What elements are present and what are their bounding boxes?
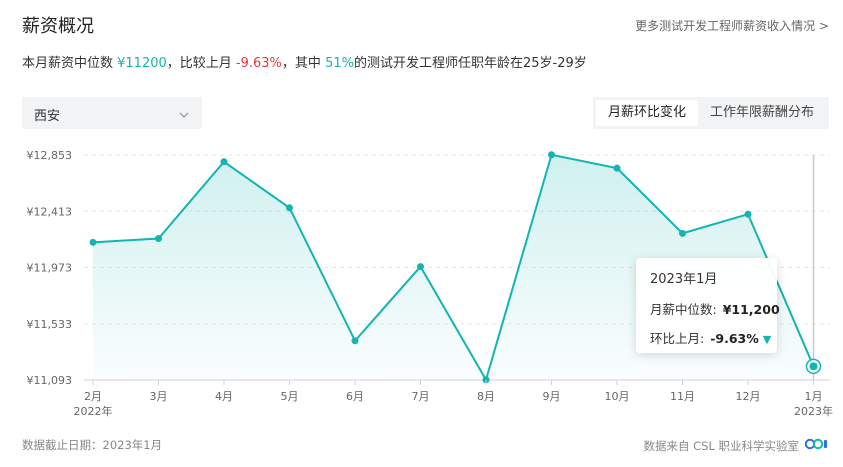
x-tick-label: 5月 xyxy=(281,390,299,403)
data-point xyxy=(351,337,359,345)
data-point xyxy=(548,151,555,159)
x-year-label: 2023年 xyxy=(794,404,833,418)
page-title: 薪资概况 xyxy=(22,16,94,37)
data-cutoff-note: 数据截止日期：2023年1月 xyxy=(22,438,163,452)
x-tick-label: 1月 xyxy=(805,390,823,403)
data-point xyxy=(744,210,752,218)
chart-tooltip: 2023年1月 月薪中位数: ¥11,200 环比上月: -9.63% ▼ xyxy=(636,258,780,353)
data-source-text: 数据来自 CSL 职业科学实验室 xyxy=(643,438,799,453)
csl-logo-icon xyxy=(804,437,829,454)
summary-percent: 51% xyxy=(325,56,354,71)
tooltip-change-label: 环比上月: xyxy=(650,331,705,346)
chevron-down-icon xyxy=(178,106,190,125)
summary-mid1: ，比较上月 xyxy=(166,56,236,71)
x-tick-label: 10月 xyxy=(605,390,630,403)
x-tick-label: 6月 xyxy=(346,390,364,403)
tooltip-change-row: 环比上月: -9.63% ▼ xyxy=(650,328,771,347)
data-point xyxy=(89,238,97,246)
data-point xyxy=(809,362,818,371)
x-tick-label: 4月 xyxy=(215,390,233,403)
city-select[interactable]: 西安 xyxy=(22,97,202,129)
data-point xyxy=(679,229,686,237)
y-tick-label: ¥12,413 xyxy=(27,205,73,218)
x-tick-label: 3月 xyxy=(150,390,168,403)
x-tick-label: 2月 xyxy=(84,390,102,403)
x-tick-label: 9月 xyxy=(543,390,561,403)
x-tick-label: 7月 xyxy=(412,390,430,403)
tooltip-title: 2023年1月 xyxy=(650,272,718,287)
tab-monthly-change[interactable]: 月薪环比变化 xyxy=(595,100,698,126)
down-arrow-icon: ▼ xyxy=(762,333,772,346)
data-point xyxy=(220,158,228,166)
salary-summary: 本月薪资中位数 ¥11200，比较上月 -9.63%，其中 51%的测试开发工程… xyxy=(22,52,587,71)
tooltip-change-value: -9.63% xyxy=(710,331,759,346)
x-tick-label: 8月 xyxy=(477,390,495,403)
city-select-value: 西安 xyxy=(34,109,61,124)
y-tick-label: ¥11,973 xyxy=(27,262,73,275)
tooltip-median-value: ¥11,200 xyxy=(722,302,780,317)
data-point xyxy=(155,234,162,242)
tooltip-median-row: 月薪中位数: ¥11,200 xyxy=(650,299,780,318)
summary-median: ¥11200 xyxy=(117,56,167,71)
x-tick-label: 12月 xyxy=(736,390,761,403)
more-salary-info-link[interactable]: 更多测试开发工程师薪资收入情况 > xyxy=(635,17,829,34)
summary-suffix: 的测试开发工程师任职年龄在25岁-29岁 xyxy=(353,56,587,71)
y-tick-label: ¥11,093 xyxy=(27,374,73,387)
data-point xyxy=(286,204,293,212)
y-tick-label: ¥11,533 xyxy=(27,318,73,331)
summary-change: -9.63% xyxy=(235,56,282,71)
y-tick-label: ¥12,853 xyxy=(27,149,73,162)
tooltip-median-label: 月薪中位数: xyxy=(650,302,717,317)
tab-experience-distribution[interactable]: 工作年限薪酬分布 xyxy=(698,100,826,126)
x-year-label: 2022年 xyxy=(74,404,113,418)
data-source: 数据来自 CSL 职业科学实验室 xyxy=(643,437,829,454)
data-point xyxy=(417,263,424,271)
chart-tabs: 月薪环比变化 工作年限薪酬分布 xyxy=(592,97,829,129)
summary-prefix: 本月薪资中位数 xyxy=(22,56,118,71)
x-tick-label: 11月 xyxy=(670,390,695,403)
summary-mid2: ，其中 xyxy=(281,56,326,71)
data-point xyxy=(613,164,621,172)
